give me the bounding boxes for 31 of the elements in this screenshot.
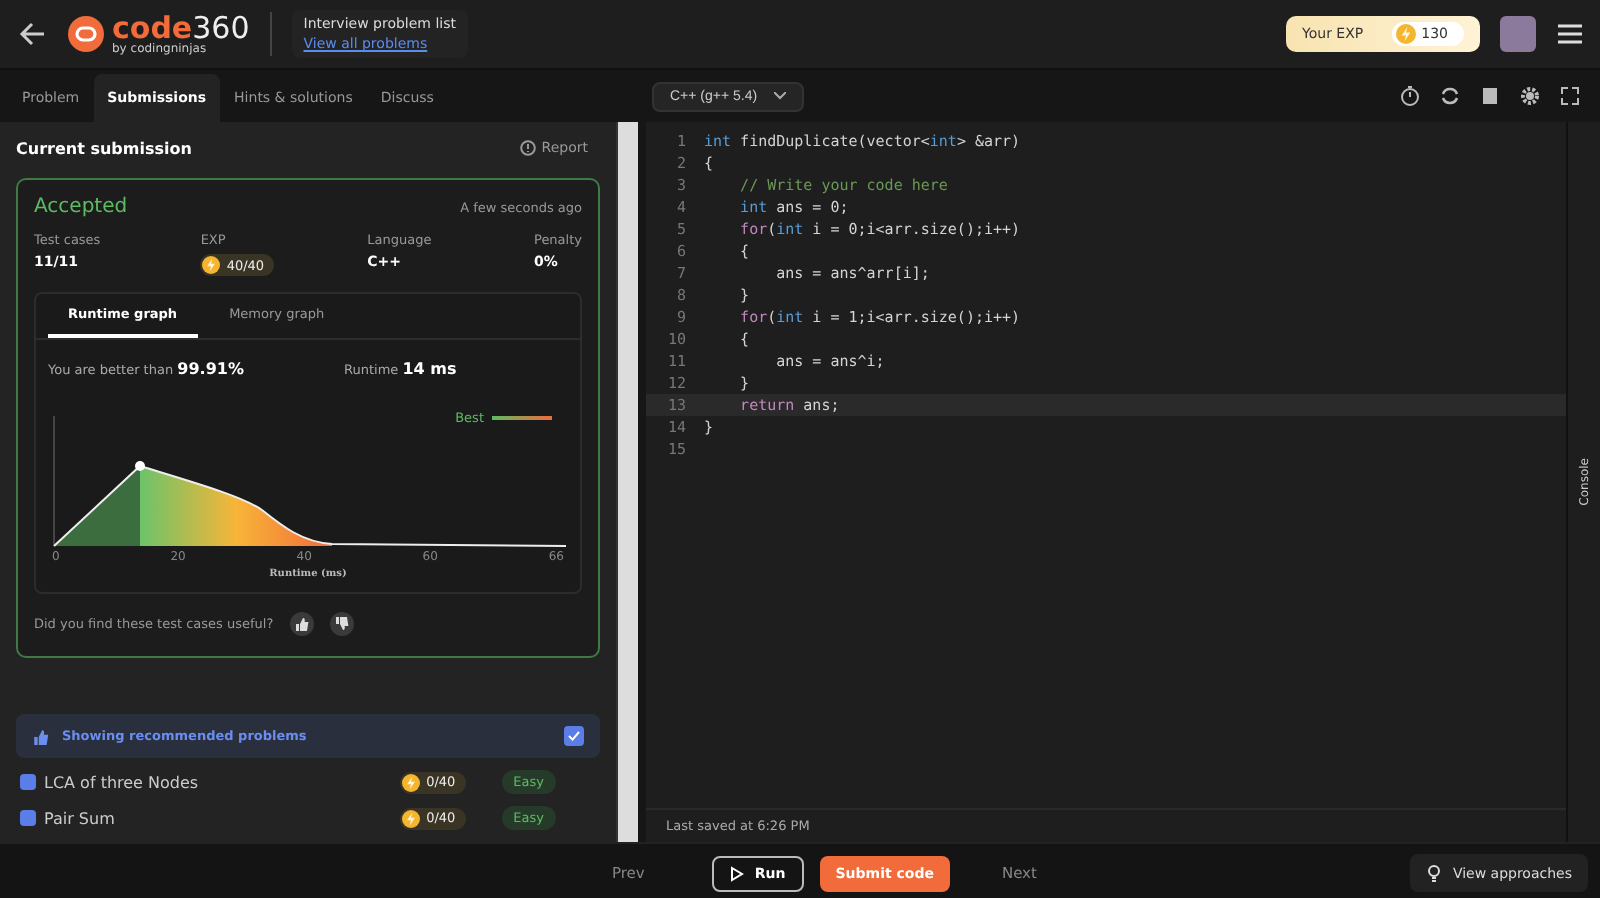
menu-icon[interactable] (1556, 20, 1584, 48)
play-icon (730, 865, 745, 881)
logo-icon (68, 16, 104, 52)
refresh-icon[interactable] (1440, 86, 1460, 106)
problem-title[interactable]: LCA of three Nodes (44, 773, 393, 791)
lightning-coin-icon (202, 256, 221, 274)
fullscreen-icon[interactable] (1560, 86, 1580, 106)
status-text: Accepted (34, 196, 128, 218)
thumbs-up-icon (32, 727, 50, 745)
lightning-coin-icon (402, 809, 421, 827)
thumbs-up-button[interactable] (289, 612, 314, 636)
timer-icon[interactable] (1400, 86, 1420, 106)
problem-title[interactable]: Pair Sum (44, 809, 393, 827)
thumbs-down-icon (333, 616, 350, 632)
lightning-coin-icon (402, 773, 421, 791)
problem-icon (20, 810, 36, 826)
scrollbar[interactable] (616, 122, 638, 842)
panel-title: Current submission (16, 139, 192, 157)
lightning-coin-icon (1395, 24, 1416, 44)
back-arrow-icon[interactable] (16, 18, 48, 50)
chevron-down-icon (773, 92, 786, 100)
lightbulb-icon (1426, 864, 1443, 882)
checkbox[interactable] (564, 726, 584, 746)
book-icon[interactable] (1480, 86, 1500, 106)
thumbs-down-button[interactable] (329, 612, 354, 636)
avatar[interactable] (1500, 16, 1536, 52)
info-icon (519, 140, 536, 156)
thumbs-up-icon (293, 616, 310, 632)
problem-icon (20, 774, 36, 790)
settings-icon[interactable] (1520, 86, 1540, 106)
logo-text: code360 (112, 13, 250, 43)
